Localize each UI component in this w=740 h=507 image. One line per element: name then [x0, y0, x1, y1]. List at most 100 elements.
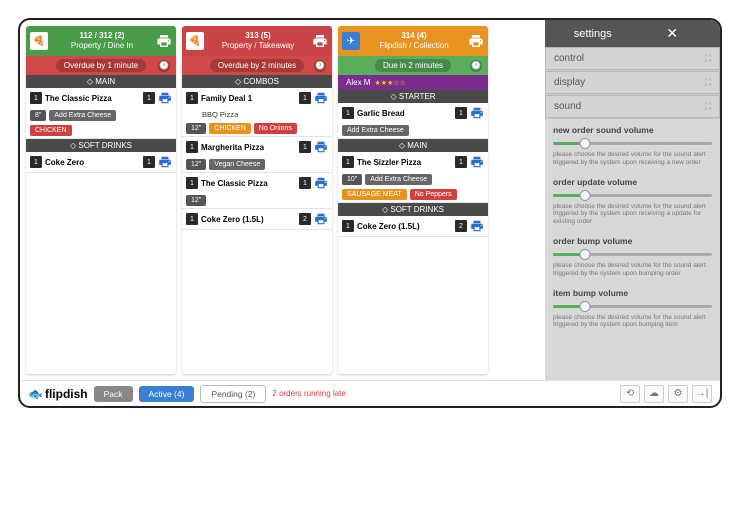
card-title: 314 (4)Flipdish / Collection [360, 31, 468, 50]
print-icon[interactable] [468, 33, 484, 49]
settings-section-display[interactable]: display⛶ [545, 71, 720, 94]
slider-label: order bump volume [553, 236, 712, 246]
item-qty2: 2 [455, 220, 467, 232]
item-tag: Add Extra Cheese [342, 125, 409, 136]
active-button[interactable]: Active (4) [139, 386, 195, 402]
card-header: 🍕 313 (5)Property / Takeaway [182, 26, 332, 56]
pack-button[interactable]: Pack [94, 386, 133, 402]
slider-label: new order sound volume [553, 125, 712, 135]
item-tag: CHICKEN [209, 123, 251, 134]
print-icon[interactable] [314, 91, 328, 105]
settings-section-sound[interactable]: sound⛶ [545, 95, 720, 118]
print-icon[interactable] [158, 155, 172, 169]
clock-icon: 🕐 [158, 60, 170, 72]
item-tag: No Onions [254, 123, 297, 134]
volume-slider[interactable] [553, 138, 712, 148]
gear-icon[interactable]: ⚙ [668, 385, 688, 403]
close-icon[interactable]: ✕ [633, 25, 713, 42]
customer-bar: Alex M ★★★☆☆ [338, 75, 488, 90]
status-bar: Overdue by 1 minute🕐 [26, 56, 176, 75]
item-name: The Classic Pizza [201, 179, 296, 188]
item-tag: No Peppers [410, 189, 457, 200]
section-header: ◇ COMBOS [182, 75, 332, 88]
item-qty: 1 [342, 107, 354, 119]
logout-icon[interactable]: →| [692, 385, 712, 403]
item-tag: Add Extra Cheese [365, 174, 432, 185]
item-tag: 10" [342, 174, 362, 185]
item-tag: CHICKEN [30, 125, 72, 136]
print-icon[interactable] [314, 140, 328, 154]
item-tag: 12" [186, 159, 206, 170]
cloud-icon[interactable]: ☁ [644, 385, 664, 403]
order-item: 1 The Classic Pizza 1 [26, 88, 176, 108]
brand-logo: ✈ [342, 32, 360, 50]
refresh-icon[interactable]: ⟲ [620, 385, 640, 403]
item-tag: SAUSAGE MEAT [342, 189, 407, 200]
item-sub: BBQ Pizza [182, 108, 332, 121]
order-card: ✈ 314 (4)Flipdish / Collection Due in 2 … [338, 26, 488, 374]
item-name: The Classic Pizza [45, 94, 140, 103]
flipdish-logo: 🐟flipdish [28, 387, 88, 401]
pending-button[interactable]: Pending (2) [200, 385, 266, 403]
item-qty2: 1 [455, 107, 467, 119]
slider-help: please choose the desired volume for the… [553, 314, 712, 330]
volume-slider[interactable] [553, 190, 712, 200]
print-icon[interactable] [470, 219, 484, 233]
order-card: 🍕 112 / 312 (2)Property / Dine In Overdu… [26, 26, 176, 374]
item-name: Coke Zero (1.5L) [201, 215, 296, 224]
order-item: 1 Coke Zero 1 [26, 152, 176, 172]
order-item: 1 The Sizzler Pizza 1 [338, 152, 488, 172]
item-qty: 1 [342, 220, 354, 232]
status-bar: Due in 2 minutes🕐 [338, 56, 488, 75]
expand-icon: ⛶ [705, 53, 711, 64]
item-name: Margherita Pizza [201, 143, 296, 152]
slider-label: order update volume [553, 177, 712, 187]
section-header: ◇ SOFT DRINKS [26, 139, 176, 152]
order-item: 1 The Classic Pizza 1 [182, 173, 332, 193]
item-qty: 1 [186, 213, 198, 225]
settings-title: settings [553, 28, 633, 40]
status-bar: Overdue by 2 minutes🕐 [182, 56, 332, 75]
print-icon[interactable] [156, 33, 172, 49]
volume-slider[interactable] [553, 301, 712, 311]
card-header: 🍕 112 / 312 (2)Property / Dine In [26, 26, 176, 56]
item-tag: 12" [186, 123, 206, 134]
section-header: ◇ MAIN [338, 139, 488, 152]
item-qty: 1 [186, 141, 198, 153]
volume-slider[interactable] [553, 249, 712, 259]
slider-label: item bump volume [553, 288, 712, 298]
item-qty2: 1 [299, 177, 311, 189]
item-name: Coke Zero [45, 158, 140, 167]
item-qty: 1 [30, 92, 42, 104]
slider-group: order update volume please choose the de… [553, 177, 712, 226]
print-icon[interactable] [158, 91, 172, 105]
print-icon[interactable] [314, 176, 328, 190]
card-title: 313 (5)Property / Takeaway [204, 31, 312, 50]
slider-group: order bump volume please choose the desi… [553, 236, 712, 278]
expand-icon: ⛶ [705, 77, 711, 88]
brand-logo: 🍕 [30, 32, 48, 50]
item-qty2: 1 [455, 156, 467, 168]
item-tag: 12" [186, 195, 206, 206]
print-icon[interactable] [470, 155, 484, 169]
item-qty2: 1 [143, 92, 155, 104]
item-name: Family Deal 1 [201, 94, 296, 103]
settings-section-control[interactable]: control⛶ [545, 47, 720, 70]
print-icon[interactable] [314, 212, 328, 226]
print-icon[interactable] [312, 33, 328, 49]
footer-bar: 🐟flipdish Pack Active (4) Pending (2) 2 … [20, 380, 720, 406]
section-header: ◇ SOFT DRINKS [338, 203, 488, 216]
item-qty2: 1 [143, 156, 155, 168]
orders-late-text: 2 orders running late [272, 389, 345, 398]
order-item: 1 Margherita Pizza 1 [182, 137, 332, 157]
slider-group: item bump volume please choose the desir… [553, 288, 712, 330]
settings-panel: settings ✕ control⛶ display⛶ sound⛶ new … [545, 20, 720, 380]
clock-icon: 🕐 [314, 60, 326, 72]
order-card: 🍕 313 (5)Property / Takeaway Overdue by … [182, 26, 332, 374]
brand-logo: 🍕 [186, 32, 204, 50]
item-name: The Sizzler Pizza [357, 158, 452, 167]
slider-group: new order sound volume please choose the… [553, 125, 712, 167]
print-icon[interactable] [470, 106, 484, 120]
item-qty2: 2 [299, 213, 311, 225]
item-tag: Vegan Cheese [209, 159, 265, 170]
